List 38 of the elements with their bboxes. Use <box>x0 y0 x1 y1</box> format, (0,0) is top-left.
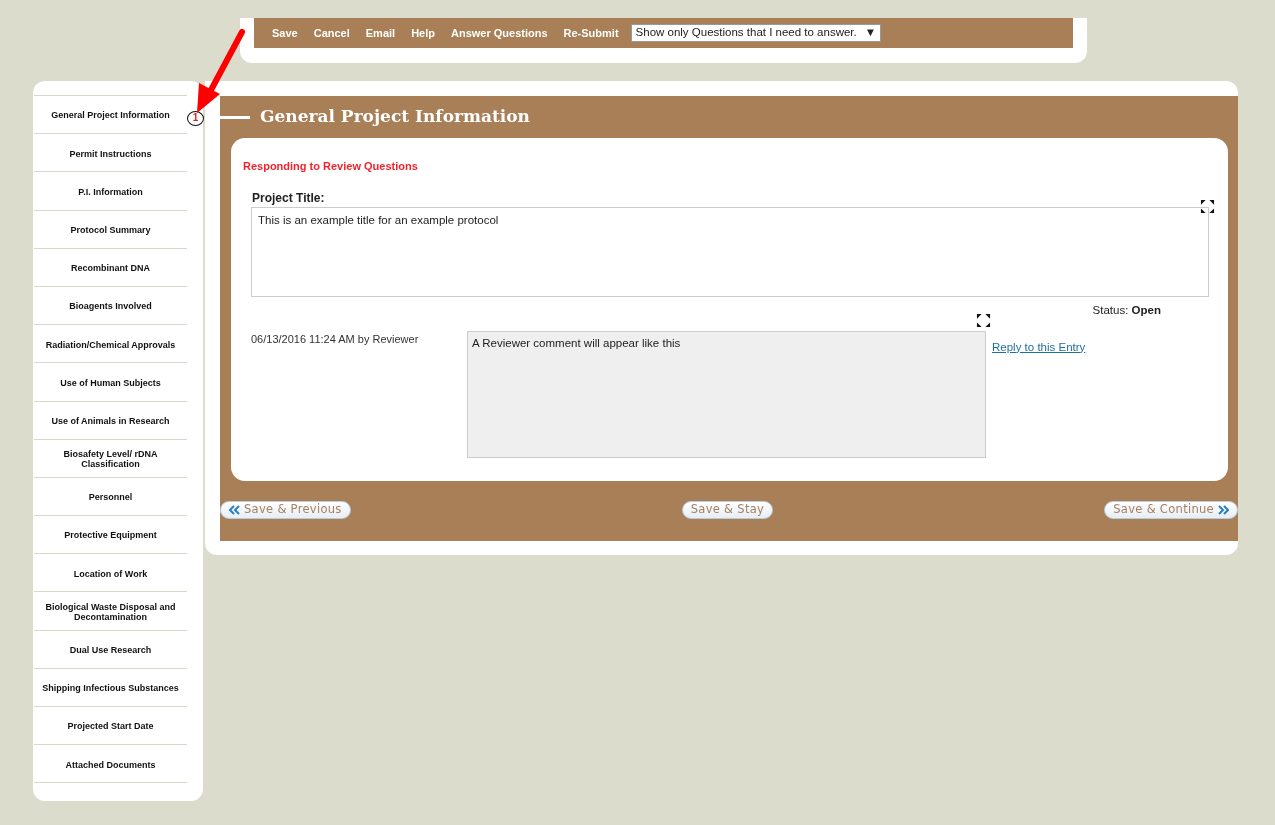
sidebar-item[interactable]: Personnel <box>34 476 187 516</box>
toolbar-button[interactable]: Help <box>403 24 443 42</box>
comment-count[interactable]: 1 <box>187 111 204 126</box>
field-label: Project Title: <box>252 189 325 207</box>
sidebar-item[interactable]: Location of Work <box>34 553 187 592</box>
sidebar-item[interactable]: Use of Human Subjects <box>34 362 187 401</box>
sidebar-item[interactable]: Protective Equipment <box>34 515 187 554</box>
sidebar-item[interactable]: Attached Documents <box>34 744 187 783</box>
sidebar-item[interactable]: Protocol Summary <box>34 209 187 248</box>
chevron-icon <box>1218 505 1229 515</box>
chevron-icon <box>229 505 240 515</box>
toolbar-button[interactable]: Cancel <box>305 24 358 42</box>
sidebar-item[interactable]: Use of Animals in Research <box>34 400 187 439</box>
reply-link[interactable]: Reply to this Entry <box>992 338 1086 458</box>
expand-icon[interactable] <box>976 313 991 328</box>
toolbar-button[interactable]: Email <box>357 24 404 42</box>
section-title: General Project Information <box>260 105 530 129</box>
sidebar-item[interactable]: Permit Instructions <box>34 133 187 172</box>
expand-icon[interactable] <box>1200 199 1215 214</box>
project-title-field[interactable]: This is an example title for an example protocol <box>251 206 1209 297</box>
sidebar-item[interactable]: Radiation/Chemical Approvals <box>34 324 187 363</box>
toolbar-button[interactable]: Re-Submit <box>555 24 627 42</box>
toolbar-button[interactable]: Answer Questions <box>443 24 556 42</box>
comment-box[interactable]: A Reviewer comment will appear like this <box>467 330 986 458</box>
sidebar-item[interactable]: Shipping Infectious Substances <box>34 667 187 706</box>
sidebar-item[interactable]: Recombinant DNA <box>34 247 187 286</box>
notice-text: Responding to Review Questions <box>243 159 419 174</box>
status-text: Status: Open <box>1091 302 1161 318</box>
comment-meta: 06/13/2016 11:24 AM by Reviewer <box>251 331 420 347</box>
sidebar-item[interactable]: Biosafety Level/ rDNA Classification <box>34 438 187 477</box>
sidebar-item[interactable]: P.I. Information <box>34 171 187 210</box>
filter-dropdown[interactable]: Show only Questions that I need to answer. ▼ <box>630 24 882 42</box>
sidebar-item[interactable]: Bioagents Involved <box>34 285 187 325</box>
sidebar-item[interactable]: Biological Waste Disposal and Decontamination <box>34 591 187 630</box>
toolbar-button[interactable]: Save <box>264 24 306 42</box>
sidebar-item[interactable]: General Project Information <box>34 95 187 134</box>
sidebar-item[interactable]: Projected Start Date <box>34 706 187 745</box>
sidebar-item[interactable]: Dual Use Research <box>34 629 187 668</box>
